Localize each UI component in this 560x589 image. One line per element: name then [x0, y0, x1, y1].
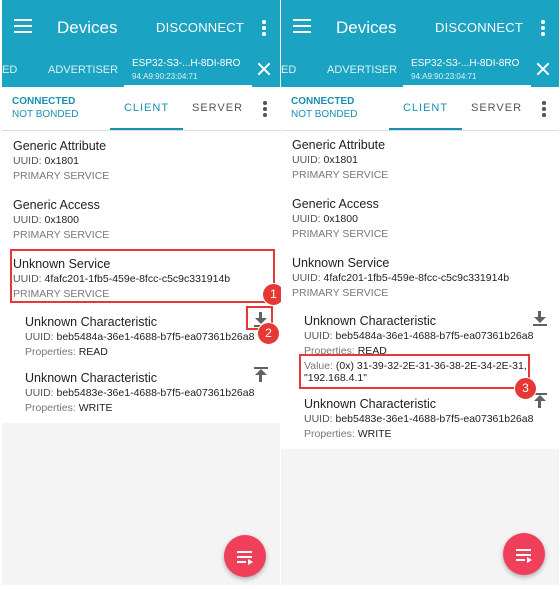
service-type: PRIMARY SERVICE	[292, 228, 389, 240]
characteristic-item[interactable]: Unknown Characteristic UUID: beb5483e-36…	[25, 371, 280, 414]
tab-advertiser[interactable]: ADVERTISER	[48, 64, 118, 76]
service-name: Unknown Service	[292, 256, 390, 270]
characteristic-name: Unknown Characteristic	[304, 314, 436, 328]
close-icon[interactable]	[535, 61, 551, 77]
device-name: ESP32-S3-...H-8DI-8RO	[411, 58, 520, 69]
characteristic-uuid: UUID: beb5483e-36e1-4688-b7f5-ea07361b26…	[25, 387, 255, 399]
annotation-badge-2: 2	[257, 322, 280, 345]
connected-status: CONNECTED	[12, 96, 76, 107]
service-name: Generic Attribute	[13, 139, 107, 153]
characteristic-uuid: UUID: beb5483e-36e1-4688-b7f5-ea07361b26…	[304, 413, 534, 425]
device-tab-bar: ED ADVERTISER ESP32-S3-...H-8DI-8RO 94:A…	[2, 55, 280, 87]
service-uuid: UUID: 0x1800	[13, 214, 79, 226]
disconnect-button[interactable]: DISCONNECT	[435, 20, 523, 35]
annotation-badge-3: 3	[514, 377, 537, 400]
tab-server[interactable]: SERVER	[192, 102, 243, 114]
tab-partial[interactable]: ED	[281, 64, 296, 76]
device-name: ESP32-S3-...H-8DI-8RO	[132, 58, 241, 69]
characteristic-name: Unknown Characteristic	[25, 371, 157, 385]
overflow-menu-icon[interactable]	[262, 20, 266, 36]
device-tab-bar: ED ADVERTISER ESP32-S3-...H-8DI-8RO 94:A…	[281, 55, 559, 87]
service-uuid: UUID: 0x1800	[292, 213, 358, 225]
connection-bar: CONNECTED NOT BONDED CLIENT SERVER	[2, 87, 280, 131]
app-title: Devices	[336, 18, 397, 37]
tab-client[interactable]: CLIENT	[110, 87, 183, 130]
service-type: PRIMARY SERVICE	[13, 229, 110, 241]
screen-right: Devices DISCONNECT ED ADVERTISER ESP32-S…	[281, 0, 559, 585]
bond-status: NOT BONDED	[291, 109, 358, 120]
tab-client-label: CLIENT	[402, 102, 449, 114]
characteristic-properties: Properties: WRITE	[25, 402, 113, 414]
overflow-menu-icon[interactable]	[541, 20, 545, 36]
service-list: Generic Attribute UUID: 0x1801 PRIMARY S…	[281, 131, 559, 449]
download-icon[interactable]	[532, 310, 548, 326]
service-uuid: UUID: 0x1801	[13, 155, 79, 167]
service-type: PRIMARY SERVICE	[292, 169, 389, 181]
client-menu-icon[interactable]	[542, 101, 546, 117]
tab-device[interactable]: ESP32-S3-...H-8DI-8RO 94:A9:90:23:04:71	[124, 55, 252, 87]
service-name: Generic Attribute	[292, 138, 386, 152]
client-menu-icon[interactable]	[263, 101, 267, 117]
tab-device[interactable]: ESP32-S3-...H-8DI-8RO 94:A9:90:23:04:71	[403, 55, 531, 87]
service-type: PRIMARY SERVICE	[292, 287, 389, 299]
highlight-service-box	[10, 249, 275, 303]
tab-partial[interactable]: ED	[2, 64, 17, 76]
service-uuid: UUID: 4fafc201-1fb5-459e-8fcc-c5c9c33191…	[292, 272, 510, 284]
service-name: Generic Access	[13, 198, 100, 212]
characteristic-properties: Properties: WRITE	[304, 428, 392, 440]
characteristic-uuid: UUID: beb5484a-36e1-4688-b7f5-ea07361b26…	[304, 330, 534, 342]
bond-status: NOT BONDED	[12, 109, 79, 120]
app-bar: Devices DISCONNECT	[281, 0, 559, 55]
characteristic-name: Unknown Characteristic	[25, 315, 157, 329]
disconnect-button[interactable]: DISCONNECT	[156, 20, 244, 35]
close-icon[interactable]	[256, 61, 272, 77]
service-item[interactable]: Generic Attribute UUID: 0x1801 PRIMARY S…	[292, 138, 559, 181]
filter-fab-button[interactable]	[224, 535, 266, 577]
device-mac: 94:A9:90:23:04:71	[411, 72, 477, 81]
service-item[interactable]: Generic Access UUID: 0x1800 PRIMARY SERV…	[292, 197, 559, 240]
filter-fab-button[interactable]	[503, 533, 545, 575]
tab-advertiser[interactable]: ADVERTISER	[327, 64, 397, 76]
tab-client[interactable]: CLIENT	[389, 87, 462, 130]
service-item[interactable]: Generic Access UUID: 0x1800 PRIMARY SERV…	[13, 198, 280, 241]
connection-bar: CONNECTED NOT BONDED CLIENT SERVER	[281, 87, 559, 131]
characteristic-uuid: UUID: beb5484a-36e1-4688-b7f5-ea07361b26…	[25, 331, 255, 343]
device-mac: 94:A9:90:23:04:71	[132, 72, 198, 81]
app-title: Devices	[57, 18, 118, 37]
app-bar: Devices DISCONNECT	[2, 0, 280, 55]
service-item[interactable]: Generic Attribute UUID: 0x1801 PRIMARY S…	[13, 139, 280, 182]
characteristic-item[interactable]: Unknown Characteristic UUID: beb5484a-36…	[25, 315, 280, 358]
service-uuid: UUID: 0x1801	[292, 154, 358, 166]
menu-icon[interactable]	[293, 19, 313, 33]
tab-server[interactable]: SERVER	[471, 102, 522, 114]
menu-icon[interactable]	[14, 19, 34, 33]
service-type: PRIMARY SERVICE	[13, 170, 110, 182]
service-item[interactable]: Unknown Service UUID: 4fafc201-1fb5-459e…	[292, 256, 559, 299]
upload-icon[interactable]	[253, 367, 269, 383]
connected-status: CONNECTED	[291, 96, 355, 107]
service-name: Generic Access	[292, 197, 379, 211]
characteristic-properties: Properties: READ	[25, 346, 108, 358]
highlight-value-box	[299, 354, 530, 389]
characteristic-item[interactable]: Unknown Characteristic UUID: beb5483e-36…	[304, 397, 559, 440]
tab-client-label: CLIENT	[123, 102, 170, 114]
